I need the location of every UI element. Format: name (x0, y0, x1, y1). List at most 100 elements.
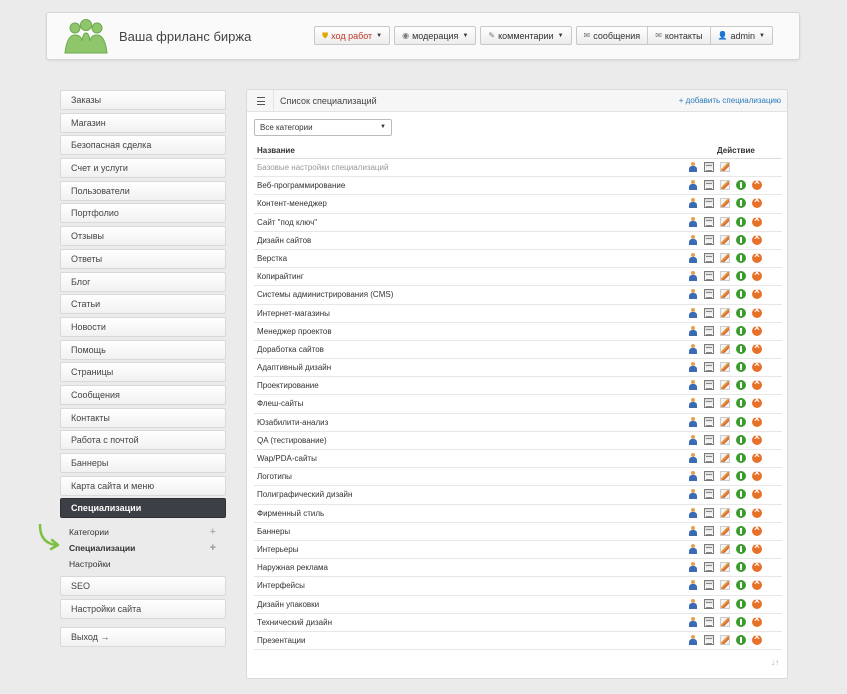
specialization-name[interactable]: Фирменный стиль (257, 509, 324, 518)
delete-icon[interactable] (752, 359, 762, 373)
users-icon[interactable] (688, 380, 698, 391)
sidebar-item-pages[interactable]: Страницы (60, 362, 226, 383)
list-icon[interactable] (704, 234, 714, 245)
delete-icon[interactable] (752, 523, 762, 536)
specialization-name[interactable]: Копирайтинг (257, 272, 304, 281)
users-icon[interactable] (688, 507, 698, 518)
subnav-item-specializations[interactable]: Специализации + (60, 540, 226, 556)
list-icon[interactable] (704, 252, 714, 263)
toggle-enabled-icon[interactable] (736, 489, 746, 500)
specialization-name[interactable]: Дизайн упаковки (257, 600, 319, 609)
toggle-enabled-icon[interactable] (736, 525, 746, 536)
edit-icon[interactable] (720, 234, 730, 245)
edit-icon[interactable] (720, 471, 730, 482)
list-icon[interactable] (704, 325, 714, 336)
toggle-enabled-icon[interactable] (736, 234, 746, 245)
moderation-button[interactable]: ◉ модерация ▼ (394, 26, 477, 45)
users-icon[interactable] (688, 343, 698, 354)
logout-button[interactable]: Выход → (60, 627, 226, 648)
sidebar-item-shop[interactable]: Магазин (60, 112, 226, 133)
toggle-enabled-icon[interactable] (736, 507, 746, 518)
sidebar-item-users[interactable]: Пользователи (60, 180, 226, 201)
specialization-name[interactable]: Доработка сайтов (257, 345, 324, 354)
sidebar-item-articles[interactable]: Статьи (60, 294, 226, 315)
edit-icon[interactable] (720, 398, 730, 409)
edit-icon[interactable] (720, 216, 730, 227)
edit-icon[interactable] (720, 380, 730, 391)
toggle-enabled-icon[interactable] (736, 562, 746, 573)
delete-icon[interactable] (752, 286, 762, 300)
edit-icon[interactable] (720, 434, 730, 445)
toggle-enabled-icon[interactable] (736, 580, 746, 591)
category-filter-select[interactable]: Все категории ▼ (254, 119, 392, 136)
subnav-item-categories[interactable]: Категории + (60, 524, 226, 540)
list-icon[interactable] (704, 616, 714, 627)
edit-icon[interactable] (720, 307, 730, 318)
users-icon[interactable] (688, 416, 698, 427)
comments-button[interactable]: ✎ комментарии ▼ (480, 26, 572, 45)
users-icon[interactable] (688, 289, 698, 300)
users-icon[interactable] (688, 198, 698, 209)
delete-icon[interactable] (752, 614, 762, 627)
list-icon[interactable] (704, 525, 714, 536)
edit-icon[interactable] (720, 198, 730, 209)
edit-icon[interactable] (720, 271, 730, 282)
toggle-enabled-icon[interactable] (736, 271, 746, 282)
sidebar-item-reviews[interactable]: Отзывы (60, 226, 226, 247)
sidebar-item-contacts[interactable]: Контакты (60, 407, 226, 428)
delete-icon[interactable] (752, 395, 762, 409)
subnav-item-settings[interactable]: Настройки (60, 556, 226, 572)
delete-icon[interactable] (752, 596, 762, 609)
edit-icon[interactable] (720, 416, 730, 427)
delete-icon[interactable] (752, 559, 762, 573)
delete-icon[interactable] (752, 323, 762, 336)
list-icon[interactable] (704, 634, 714, 645)
specialization-name[interactable]: Логотипы (257, 472, 292, 481)
edit-icon[interactable] (720, 507, 730, 518)
specialization-name[interactable]: Технический дизайн (257, 618, 332, 627)
edit-icon[interactable] (720, 525, 730, 536)
toggle-enabled-icon[interactable] (736, 216, 746, 227)
sidebar-item-billing[interactable]: Счет и услуги (60, 158, 226, 179)
list-icon[interactable] (704, 562, 714, 573)
sidebar-item-news[interactable]: Новости (60, 316, 226, 337)
sidebar-item-seo[interactable]: SEO (60, 576, 226, 597)
users-icon[interactable] (688, 325, 698, 336)
list-icon[interactable] (704, 307, 714, 318)
users-icon[interactable] (688, 543, 698, 554)
sidebar-item-help[interactable]: Помощь (60, 339, 226, 360)
delete-icon[interactable] (752, 214, 762, 227)
users-icon[interactable] (688, 180, 698, 191)
list-icon[interactable] (704, 362, 714, 373)
edit-icon[interactable] (720, 580, 730, 591)
list-icon[interactable] (704, 453, 714, 463)
list-icon[interactable] (704, 271, 714, 282)
toggle-enabled-icon[interactable] (736, 616, 746, 627)
edit-icon[interactable] (720, 362, 730, 373)
toggle-enabled-icon[interactable] (736, 307, 746, 318)
delete-icon[interactable] (752, 505, 762, 518)
specialization-name[interactable]: Юзабилити-анализ (257, 418, 328, 427)
sidebar-item-blog[interactable]: Блог (60, 271, 226, 292)
messages-button[interactable]: ✉ сообщения (575, 26, 649, 45)
users-icon[interactable] (688, 634, 698, 645)
edit-icon[interactable] (720, 453, 730, 463)
specialization-name[interactable]: Менеджер проектов (257, 327, 332, 336)
hamburger-menu-icon[interactable] (257, 97, 265, 105)
specialization-name[interactable]: Наружная реклама (257, 563, 328, 572)
list-icon[interactable] (704, 580, 714, 591)
toggle-enabled-icon[interactable] (736, 453, 746, 463)
toggle-enabled-icon[interactable] (736, 380, 746, 391)
sidebar-item-safe-deal[interactable]: Безопасная сделка (60, 135, 226, 156)
delete-icon[interactable] (752, 250, 762, 263)
edit-icon[interactable] (720, 343, 730, 354)
site-title[interactable]: Ваша фриланс биржа (119, 29, 251, 44)
delete-icon[interactable] (752, 232, 762, 245)
list-icon[interactable] (704, 216, 714, 227)
specialization-name[interactable]: QA (тестирование) (257, 436, 327, 445)
edit-icon[interactable] (720, 289, 730, 300)
contacts-button[interactable]: ✉ контакты (648, 26, 711, 45)
delete-icon[interactable] (752, 632, 762, 645)
specialization-name[interactable]: Дизайн сайтов (257, 236, 311, 245)
list-icon[interactable] (704, 398, 714, 409)
